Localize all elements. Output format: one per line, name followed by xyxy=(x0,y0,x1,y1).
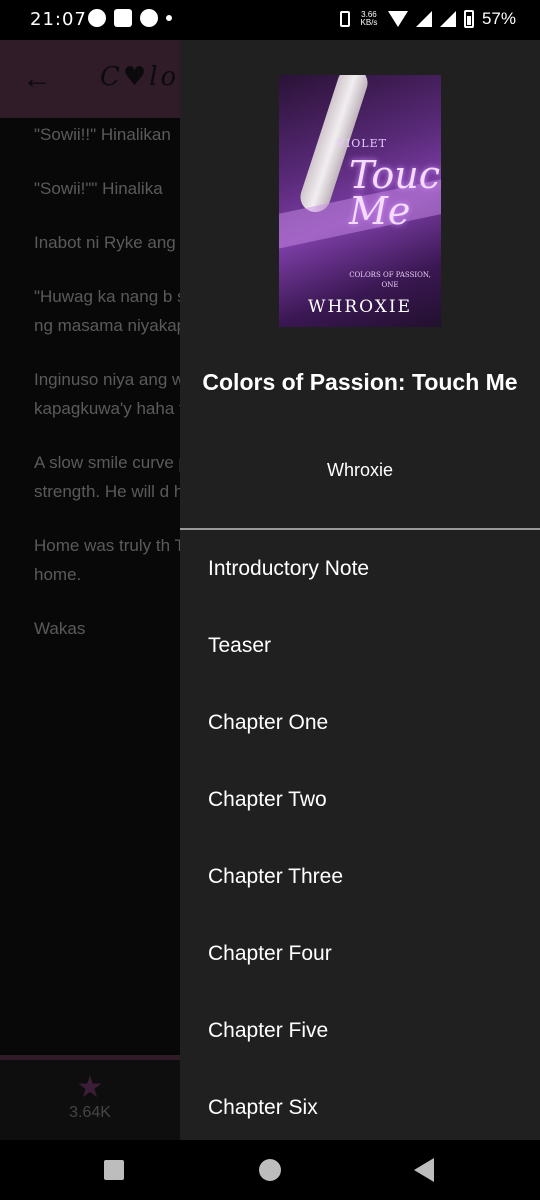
cover-title: Touch Me xyxy=(349,153,441,233)
vibrate-icon xyxy=(339,11,350,27)
status-bar: 21:07 3.66 KB/s 57% xyxy=(0,0,540,40)
cover-series-word: VIOLET xyxy=(337,137,387,150)
chapter-item[interactable]: Chapter Three xyxy=(180,838,540,915)
chapter-item[interactable]: Chapter Four xyxy=(180,915,540,992)
book-title: Colors of Passion: Touch Me xyxy=(202,369,518,395)
cover-series: COLORS OF PASSION, ONE xyxy=(349,271,431,289)
wifi-icon xyxy=(387,11,408,27)
speedometer-icon xyxy=(140,9,158,27)
recents-icon[interactable] xyxy=(104,1160,124,1180)
facebook-icon xyxy=(88,9,106,27)
system-nav-bar xyxy=(0,1140,540,1200)
signal-icon xyxy=(415,11,432,27)
back-icon[interactable] xyxy=(414,1158,434,1182)
cover-author: WHROXIE xyxy=(308,297,412,317)
chapter-item[interactable]: Teaser xyxy=(180,607,540,684)
drawer-scrim[interactable] xyxy=(0,40,180,1140)
book-cover: VIOLET Touch Me COLORS OF PASSION, ONE W… xyxy=(279,75,441,327)
book-author[interactable]: Whroxie xyxy=(200,460,520,481)
network-speed: 3.66 KB/s xyxy=(360,10,378,27)
chapter-item[interactable]: Chapter Six xyxy=(180,1069,540,1140)
chapter-item[interactable]: Introductory Note xyxy=(180,530,540,607)
mail-icon xyxy=(114,9,132,27)
dot-icon xyxy=(166,15,172,21)
status-time: 21:07 xyxy=(30,9,87,30)
chapter-item[interactable]: Chapter Five xyxy=(180,992,540,1069)
system-icons: 3.66 KB/s 57% xyxy=(339,9,516,29)
signal-icon xyxy=(439,11,456,27)
chapter-item[interactable]: Chapter Two xyxy=(180,761,540,838)
chapter-item[interactable]: Chapter One xyxy=(180,684,540,761)
table-of-contents-drawer: VIOLET Touch Me COLORS OF PASSION, ONE W… xyxy=(180,40,540,1140)
notification-icons xyxy=(88,9,172,27)
home-icon[interactable] xyxy=(259,1159,281,1181)
battery-percent: 57% xyxy=(481,9,516,28)
chapter-list: Introductory Note Teaser Chapter One Cha… xyxy=(180,530,540,1140)
battery-icon xyxy=(463,10,474,28)
